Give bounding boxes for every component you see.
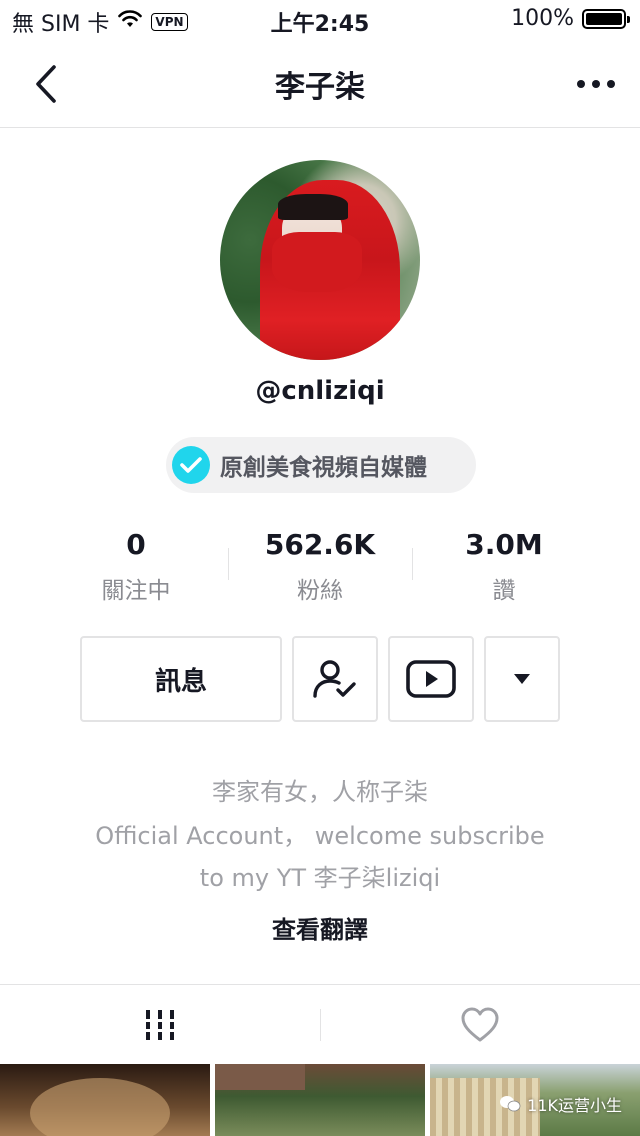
wechat-icon <box>500 1096 521 1112</box>
status-right: 100% <box>511 6 630 31</box>
heart-icon <box>461 1007 499 1042</box>
following-status-button[interactable] <box>292 636 378 722</box>
grid-icon <box>144 1010 176 1040</box>
avatar[interactable] <box>220 160 420 360</box>
stat-followers[interactable]: 562.6K 粉絲 <box>220 528 420 605</box>
stat-following[interactable]: 0 關注中 <box>36 528 236 605</box>
tab-videos[interactable] <box>0 985 320 1065</box>
battery-icon <box>582 8 630 29</box>
battery-percent: 100% <box>511 6 574 31</box>
bio-line: Official Account， welcome subscribe <box>95 822 545 850</box>
bio-line: 李家有女，人称子柒 <box>212 778 428 806</box>
see-translation-link[interactable]: 查看翻譯 <box>0 910 640 945</box>
likes-count: 3.0M <box>465 528 543 561</box>
following-count: 0 <box>126 528 146 561</box>
content-tabs <box>0 984 640 1064</box>
username-handle: @cnliziqi <box>255 376 385 406</box>
message-button[interactable]: 訊息 <box>80 636 282 722</box>
followers-count: 562.6K <box>264 528 376 561</box>
followers-label: 粉絲 <box>297 578 343 604</box>
nav-bar: 李子柒 <box>0 40 640 128</box>
user-check-icon <box>313 660 356 698</box>
watermark: 11K运营小生 <box>499 1092 622 1116</box>
youtube-icon <box>406 660 456 698</box>
video-thumbnail[interactable] <box>0 1064 210 1136</box>
youtube-link-button[interactable] <box>388 636 474 722</box>
video-thumbnail[interactable] <box>215 1064 425 1136</box>
page-title: 李子柒 <box>275 70 365 105</box>
tab-liked[interactable] <box>320 985 640 1065</box>
following-label: 關注中 <box>101 578 171 604</box>
more-options-button[interactable] <box>574 62 618 106</box>
likes-label: 讚 <box>492 578 516 604</box>
suggested-accounts-button[interactable] <box>484 636 560 722</box>
verified-check-icon <box>172 446 210 484</box>
caret-down-icon <box>514 674 530 684</box>
verified-badge-text: 原創美食視頻自媒體 <box>220 455 427 481</box>
more-dots-icon <box>577 80 615 88</box>
stat-likes: 3.0M 讚 <box>404 528 604 605</box>
verified-badge: 原創美食視頻自媒體 <box>166 437 476 493</box>
watermark-text: 11K运营小生 <box>527 1096 622 1115</box>
bio-line: to my YT 李子柒liziqi <box>199 864 441 892</box>
status-bar: 無 SIM 卡 VPN 上午2:45 100% <box>0 0 640 40</box>
